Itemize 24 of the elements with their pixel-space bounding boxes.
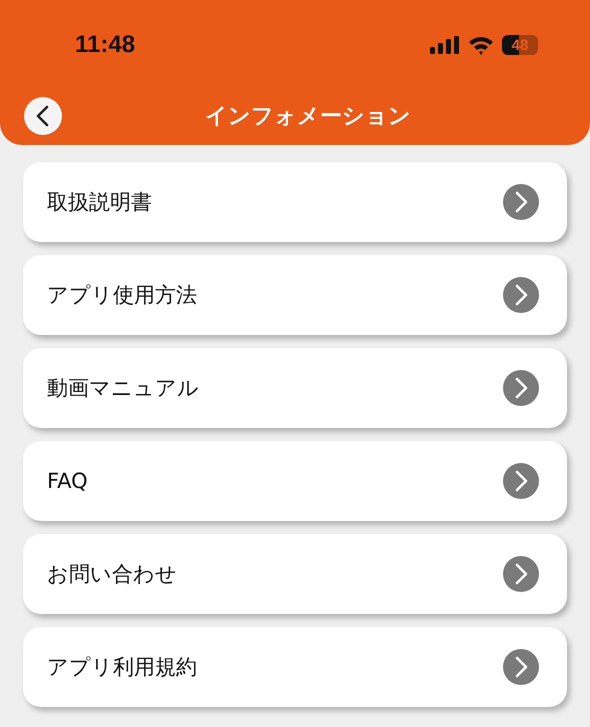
status-time: 11:48 bbox=[75, 31, 136, 59]
menu-label: FAQ bbox=[47, 469, 88, 493]
back-icon bbox=[35, 105, 51, 127]
menu-label: 取扱説明書 bbox=[47, 189, 152, 216]
menu-item[interactable]: 動画マニュアル bbox=[23, 348, 567, 428]
chevron-icon bbox=[503, 556, 539, 592]
page-title: インフォメーション bbox=[205, 103, 411, 131]
menu-item[interactable]: 取扱説明書 bbox=[23, 162, 567, 242]
chevron-icon bbox=[503, 277, 539, 313]
menu-item[interactable]: お問い合わせ bbox=[23, 534, 567, 614]
chevron-icon bbox=[503, 649, 539, 685]
back-button[interactable] bbox=[24, 97, 62, 135]
wifi-icon bbox=[468, 36, 494, 54]
menu-label: アプリ利用規約 bbox=[47, 654, 197, 681]
menu-label: アプリ使用方法 bbox=[47, 282, 197, 309]
chevron-icon bbox=[503, 370, 539, 406]
menu-item[interactable]: FAQ bbox=[23, 441, 567, 521]
chevron-icon bbox=[503, 184, 539, 220]
chevron-icon bbox=[503, 463, 539, 499]
menu-label: 動画マニュアル bbox=[47, 375, 199, 402]
menu-item[interactable]: アプリ利用規約 bbox=[23, 627, 567, 707]
menu-item[interactable]: アプリ使用方法 bbox=[23, 255, 567, 335]
signal-icon bbox=[430, 36, 460, 54]
menu-label: お問い合わせ bbox=[47, 561, 177, 588]
